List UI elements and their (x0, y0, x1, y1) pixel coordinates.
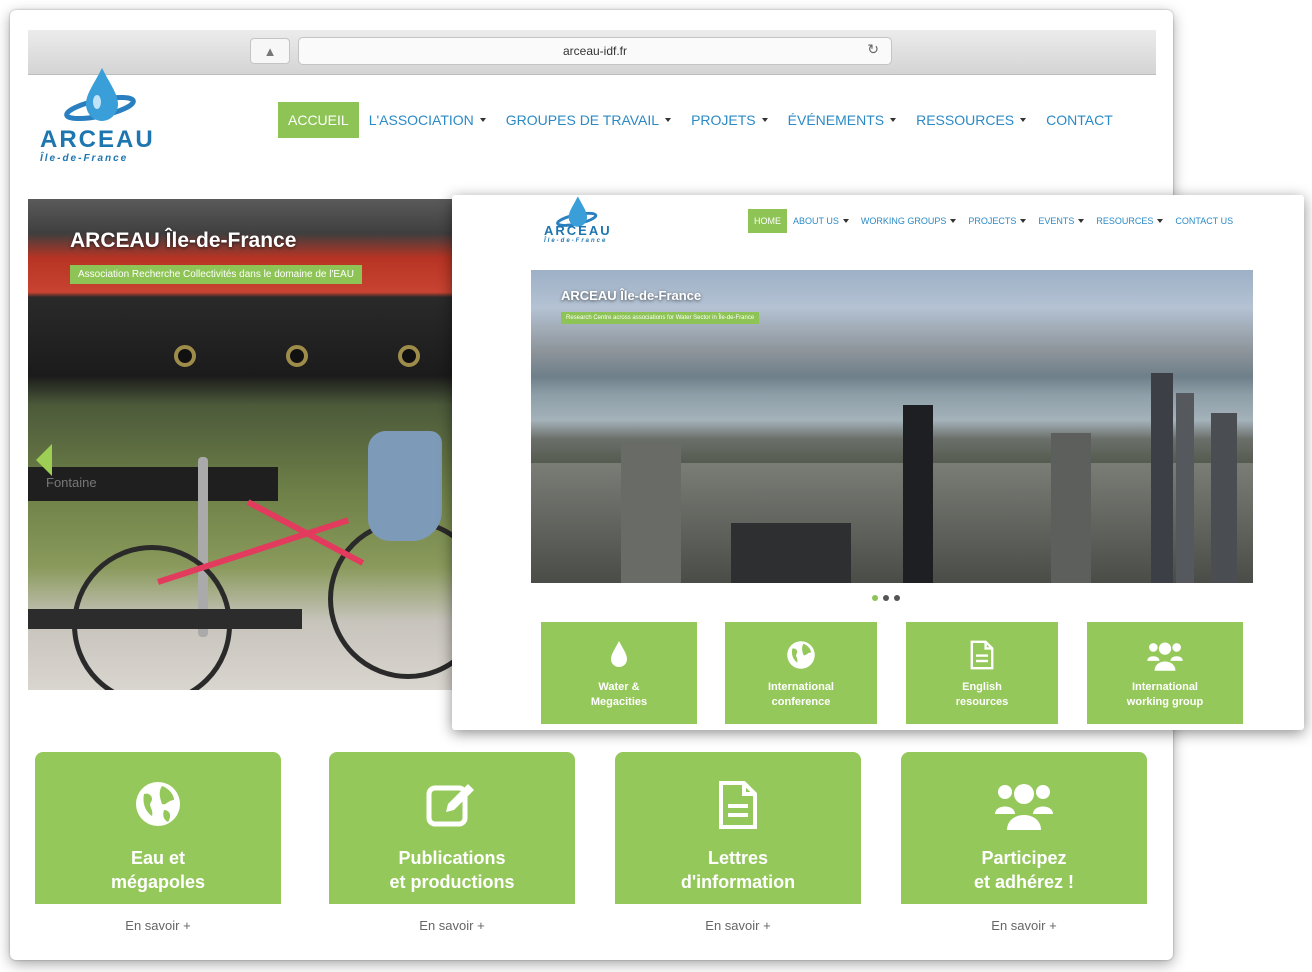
card-panel: Eau et mégapoles (35, 752, 281, 904)
carousel-dot[interactable] (872, 595, 878, 601)
bike-wheel-front (328, 519, 452, 679)
feature-cards-french: Eau et mégapoles En savoir + Publications… (35, 752, 1155, 952)
nav-item-events[interactable]: EVENTS (1032, 209, 1090, 233)
chevron-down-icon (842, 219, 849, 223)
reload-icon[interactable]: ↻ (867, 41, 879, 58)
skyline-building (1151, 373, 1173, 583)
nav-item-working-groups[interactable]: WORKING GROUPS (855, 209, 963, 233)
logo-subtitle: Île-de-France (544, 238, 608, 244)
boat-porthole (286, 345, 308, 367)
card-lettres[interactable]: Lettres d'information En savoir + (615, 752, 861, 942)
nav-item-projets[interactable]: PROJETS (681, 102, 778, 138)
group-icon (995, 784, 1053, 830)
nav-item-accueil[interactable]: ACCUEIL (278, 102, 359, 138)
logo-name: ARCEAU (544, 223, 612, 238)
card-title: English resources (955, 681, 1009, 708)
chevron-down-icon (950, 219, 957, 223)
hero-carousel-french: Fontaine ARCEAU Île-de-France Associatio… (28, 199, 452, 690)
bench-front (28, 609, 302, 629)
skyline-building (903, 405, 933, 583)
bike-frame (246, 499, 365, 566)
skyline-building (1176, 393, 1194, 583)
card-title: Eau et mégapoles (110, 848, 206, 892)
card-title: Participez et adhérez ! (973, 848, 1075, 892)
carousel-prev-icon[interactable] (36, 444, 52, 476)
edit-icon (426, 784, 474, 827)
bike-frame (157, 517, 350, 585)
nav-item-groupes[interactable]: GROUPES DE TRAVAIL (496, 102, 681, 138)
chevron-down-icon (761, 118, 768, 122)
skyline-building (621, 443, 681, 583)
bike-basket-bag (368, 431, 442, 541)
carousel-dot[interactable] (883, 595, 889, 601)
card-eau-megapoles[interactable]: Eau et mégapoles En savoir + (35, 752, 281, 942)
document-icon (719, 781, 757, 829)
nav-item-evenements[interactable]: ÉVÉNEMENTS (778, 102, 906, 138)
chevron-down-icon (1020, 118, 1027, 122)
card-title: Water & Megacities (590, 681, 648, 708)
nav-item-about[interactable]: ABOUT US (787, 209, 855, 233)
nav-item-ressources[interactable]: RESSOURCES (906, 102, 1036, 138)
main-nav-english: HOME ABOUT US WORKING GROUPS PROJECTS EV… (748, 209, 1239, 233)
address-bar[interactable]: arceau-idf.fr ↻ (298, 37, 892, 65)
sign-text: Fontaine (46, 475, 97, 490)
nav-item-contact[interactable]: CONTACT (1036, 102, 1123, 138)
chevron-down-icon (1078, 219, 1085, 223)
card-title: Lettres d'information (680, 848, 796, 892)
document-icon (970, 640, 994, 670)
globe-icon (787, 641, 815, 669)
card-more-link[interactable]: En savoir + (615, 918, 861, 933)
share-icon[interactable]: ▲ (250, 38, 290, 64)
hero-subtitle: Association Recherche Collectivités dans… (70, 265, 362, 284)
nav-item-association[interactable]: L'ASSOCIATION (359, 102, 496, 138)
site-logo[interactable]: ARCEAU Île-de-France (36, 66, 166, 164)
url-text: arceau-idf.fr (562, 44, 628, 58)
globe-icon (136, 782, 180, 826)
nav-item-contact-us[interactable]: CONTACT US (1169, 209, 1239, 233)
water-drop-icon (611, 641, 627, 667)
chevron-down-icon (890, 118, 897, 122)
card-panel: Publications et productions (329, 752, 575, 904)
nav-item-home[interactable]: HOME (748, 209, 787, 233)
group-icon (1147, 642, 1183, 671)
browser-toolbar: ▲ arceau-idf.fr ↻ (28, 30, 1156, 75)
card-water-megacities[interactable]: Water & Megacities (541, 622, 697, 724)
skyline-building (1051, 433, 1091, 583)
boat-porthole (398, 345, 420, 367)
carousel-dot[interactable] (894, 595, 900, 601)
card-panel: Lettres d'information (615, 752, 861, 904)
browser-window-english: ARCEAU Île-de-France HOME ABOUT US WORKI… (452, 195, 1304, 730)
card-international-conference[interactable]: International conference (725, 622, 877, 724)
hero-title: ARCEAU Île-de-France (70, 229, 297, 252)
water-drop-logo-icon (64, 68, 136, 122)
carousel-indicators (872, 595, 900, 601)
logo-subtitle: Île-de-France (40, 153, 129, 164)
card-more-link[interactable]: En savoir + (329, 918, 575, 933)
card-panel: Participez et adhérez ! (901, 752, 1147, 904)
card-english-resources[interactable]: English resources (906, 622, 1058, 724)
main-nav-french: ACCUEIL L'ASSOCIATION GROUPES DE TRAVAIL… (278, 102, 1123, 138)
card-title: International conference (767, 681, 834, 708)
skyline-building (731, 523, 851, 583)
hero-subtitle: Research Centre across associations for … (561, 312, 760, 324)
chevron-down-icon (665, 118, 672, 122)
chevron-down-icon (479, 118, 486, 122)
skyline-building (1211, 413, 1237, 583)
boat-porthole (174, 345, 196, 367)
card-title: Publications et productions (389, 848, 515, 892)
card-title: International working group (1126, 681, 1204, 708)
card-participez[interactable]: Participez et adhérez ! En savoir + (901, 752, 1147, 942)
card-publications[interactable]: Publications et productions En savoir + (329, 752, 575, 942)
chevron-down-icon (1020, 219, 1027, 223)
chevron-down-icon (1157, 219, 1164, 223)
hero-title: ARCEAU Île-de-France (561, 288, 702, 303)
logo-name: ARCEAU (40, 126, 155, 153)
nav-item-projects[interactable]: PROJECTS (962, 209, 1032, 233)
hero-carousel-english: ARCEAU Île-de-France Research Centre acr… (531, 270, 1253, 583)
card-more-link[interactable]: En savoir + (35, 918, 281, 933)
nav-item-resources[interactable]: RESOURCES (1090, 209, 1169, 233)
site-logo[interactable]: ARCEAU Île-de-France (542, 195, 632, 251)
card-more-link[interactable]: En savoir + (901, 918, 1147, 933)
card-international-working-group[interactable]: International working group (1087, 622, 1243, 724)
